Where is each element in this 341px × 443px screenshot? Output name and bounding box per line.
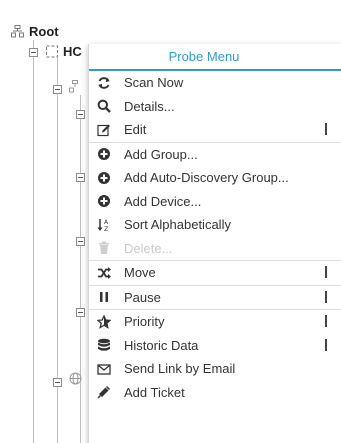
pause-icon — [97, 290, 111, 304]
menu-item-historic-data[interactable]: Historic Data — [89, 334, 341, 358]
menu-item-pause[interactable]: Pause — [89, 284, 341, 310]
edit-icon — [97, 123, 111, 137]
device-tree-view: Root HC Probe Menu Scan Now Details... E… — [0, 0, 341, 443]
refresh-icon — [97, 76, 111, 90]
trash-icon — [97, 241, 111, 255]
submenu-arrow-icon — [325, 338, 330, 351]
root-group-icon — [11, 25, 24, 38]
tree-node-probe-label: HC — [63, 44, 82, 59]
menu-title: Probe Menu — [89, 44, 341, 71]
svg-text:A: A — [104, 219, 109, 226]
menu-item-edit[interactable]: Edit — [89, 118, 341, 142]
menu-item-add-auto-discovery-group[interactable]: Add Auto-Discovery Group... — [89, 166, 341, 190]
menu-item-label: Priority — [124, 314, 165, 330]
menu-item-scan-now[interactable]: Scan Now — [89, 71, 341, 95]
tree-collapse-toggle[interactable] — [53, 85, 62, 94]
plus-circle-icon — [97, 194, 111, 208]
menu-item-delete: Delete... — [89, 237, 341, 261]
menu-item-send-link-by-email[interactable]: Send Link by Email — [89, 357, 341, 381]
menu-item-label: Add Device... — [124, 193, 202, 209]
menu-item-add-device[interactable]: Add Device... — [89, 190, 341, 214]
menu-item-move[interactable]: Move — [89, 260, 341, 285]
menu-item-label: Pause — [124, 289, 161, 305]
probe-context-menu: Probe Menu Scan Now Details... Edit Add … — [88, 44, 341, 443]
tree-node-root[interactable]: Root — [11, 24, 59, 39]
menu-item-priority[interactable]: Priority — [89, 309, 341, 334]
tree-collapse-toggle[interactable] — [29, 48, 38, 57]
submenu-arrow-icon — [325, 290, 330, 303]
menu-item-label: Details... — [124, 98, 175, 114]
submenu-arrow-icon — [325, 266, 330, 278]
star-icon — [97, 314, 111, 329]
menu-item-label: Add Auto-Discovery Group... — [124, 170, 289, 186]
ticket-icon — [97, 385, 111, 399]
database-icon — [97, 338, 111, 352]
plus-circle-icon — [97, 147, 111, 161]
menu-item-label: Move — [124, 265, 156, 281]
probe-icon — [46, 45, 58, 58]
tree-collapse-toggle[interactable] — [76, 308, 85, 317]
tree-node-root-label: Root — [29, 24, 59, 39]
menu-item-label: Sort Alphabetically — [124, 217, 231, 233]
search-icon — [97, 99, 111, 114]
tree-guide-line — [33, 40, 34, 443]
tree-collapse-toggle[interactable] — [76, 237, 85, 246]
submenu-arrow-icon — [325, 123, 330, 135]
svg-text:Z: Z — [104, 226, 108, 232]
group-icon — [69, 80, 81, 99]
plus-circle-icon — [97, 171, 111, 185]
menu-item-label: Add Group... — [124, 146, 198, 162]
menu-item-label: Delete... — [124, 240, 173, 256]
shuffle-icon — [97, 266, 111, 280]
menu-item-add-ticket[interactable]: Add Ticket — [89, 381, 341, 405]
globe-icon — [69, 372, 82, 390]
tree-collapse-toggle[interactable] — [53, 378, 62, 387]
menu-item-label: Add Ticket — [124, 384, 185, 400]
submenu-arrow-icon — [325, 315, 330, 327]
sort-az-icon: A Z — [97, 218, 111, 232]
menu-item-label: Edit — [124, 122, 147, 138]
envelope-icon — [97, 362, 111, 376]
tree-node-probe[interactable]: HC — [46, 44, 82, 59]
tree-collapse-toggle[interactable] — [76, 173, 85, 182]
tree-collapse-toggle[interactable] — [76, 110, 85, 119]
tree-guide-line — [80, 95, 81, 443]
menu-list: Scan Now Details... Edit Add Group... Ad… — [89, 71, 341, 404]
menu-item-sort-alphabetically[interactable]: A Z Sort Alphabetically — [89, 213, 341, 237]
menu-item-label: Historic Data — [124, 337, 199, 353]
menu-item-label: Scan Now — [124, 75, 184, 91]
menu-item-details[interactable]: Details... — [89, 95, 341, 119]
menu-item-label: Send Link by Email — [124, 361, 236, 377]
menu-item-add-group[interactable]: Add Group... — [89, 141, 341, 167]
